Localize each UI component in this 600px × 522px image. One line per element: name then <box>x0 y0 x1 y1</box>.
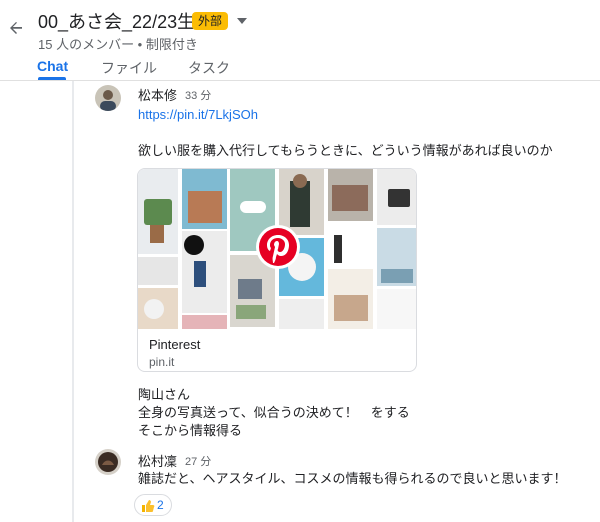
message-text: 欲しい服を購入代行してもらうときに、どういう情報があれば良いのか <box>138 143 553 158</box>
preview-domain: pin.it <box>149 355 175 369</box>
timestamp: 27 分 <box>185 456 212 468</box>
header-divider <box>0 80 600 81</box>
avatar[interactable] <box>95 85 121 111</box>
tab-chat[interactable]: Chat <box>37 58 68 74</box>
reaction-count: 2 <box>157 498 164 512</box>
sender-name: 松本修 <box>138 88 178 103</box>
reaction-chip[interactable]: 2 <box>134 494 172 516</box>
arrow-left-icon[interactable] <box>6 18 26 38</box>
avatar[interactable] <box>95 449 121 475</box>
pinterest-collage <box>138 169 416 329</box>
message-link[interactable]: https://pin.it/7LkjSOh <box>138 107 258 122</box>
tab-tasks[interactable]: タスク <box>188 58 230 78</box>
chat-header: 00_あさ会_22/23生 外部 15 人のメンバー • 制限付き Chat フ… <box>0 0 600 80</box>
message-text: 全身の写真送って、似合うの決めて！ をする <box>138 405 410 420</box>
link-preview-card[interactable]: Pinterest pin.it <box>137 168 417 372</box>
message-text: 雑誌だと、ヘアスタイル、コスメの情報も得られるので良いと思います！ <box>138 471 567 486</box>
preview-title: Pinterest <box>149 337 201 352</box>
thread-line <box>72 81 74 522</box>
external-badge: 外部 <box>192 12 229 30</box>
tab-files[interactable]: ファイル <box>101 58 157 78</box>
message-text: そこから情報得る <box>138 423 243 438</box>
space-title[interactable]: 00_あさ会_22/23生 <box>38 8 195 34</box>
member-count[interactable]: 15 人のメンバー • 制限付き <box>38 34 198 53</box>
caret-down-icon[interactable] <box>237 17 247 25</box>
thumbs-up-icon <box>142 500 155 512</box>
timestamp: 33 分 <box>185 90 212 102</box>
sender-name: 松村凜 <box>138 454 178 469</box>
message-text: 陶山さん <box>138 387 191 402</box>
